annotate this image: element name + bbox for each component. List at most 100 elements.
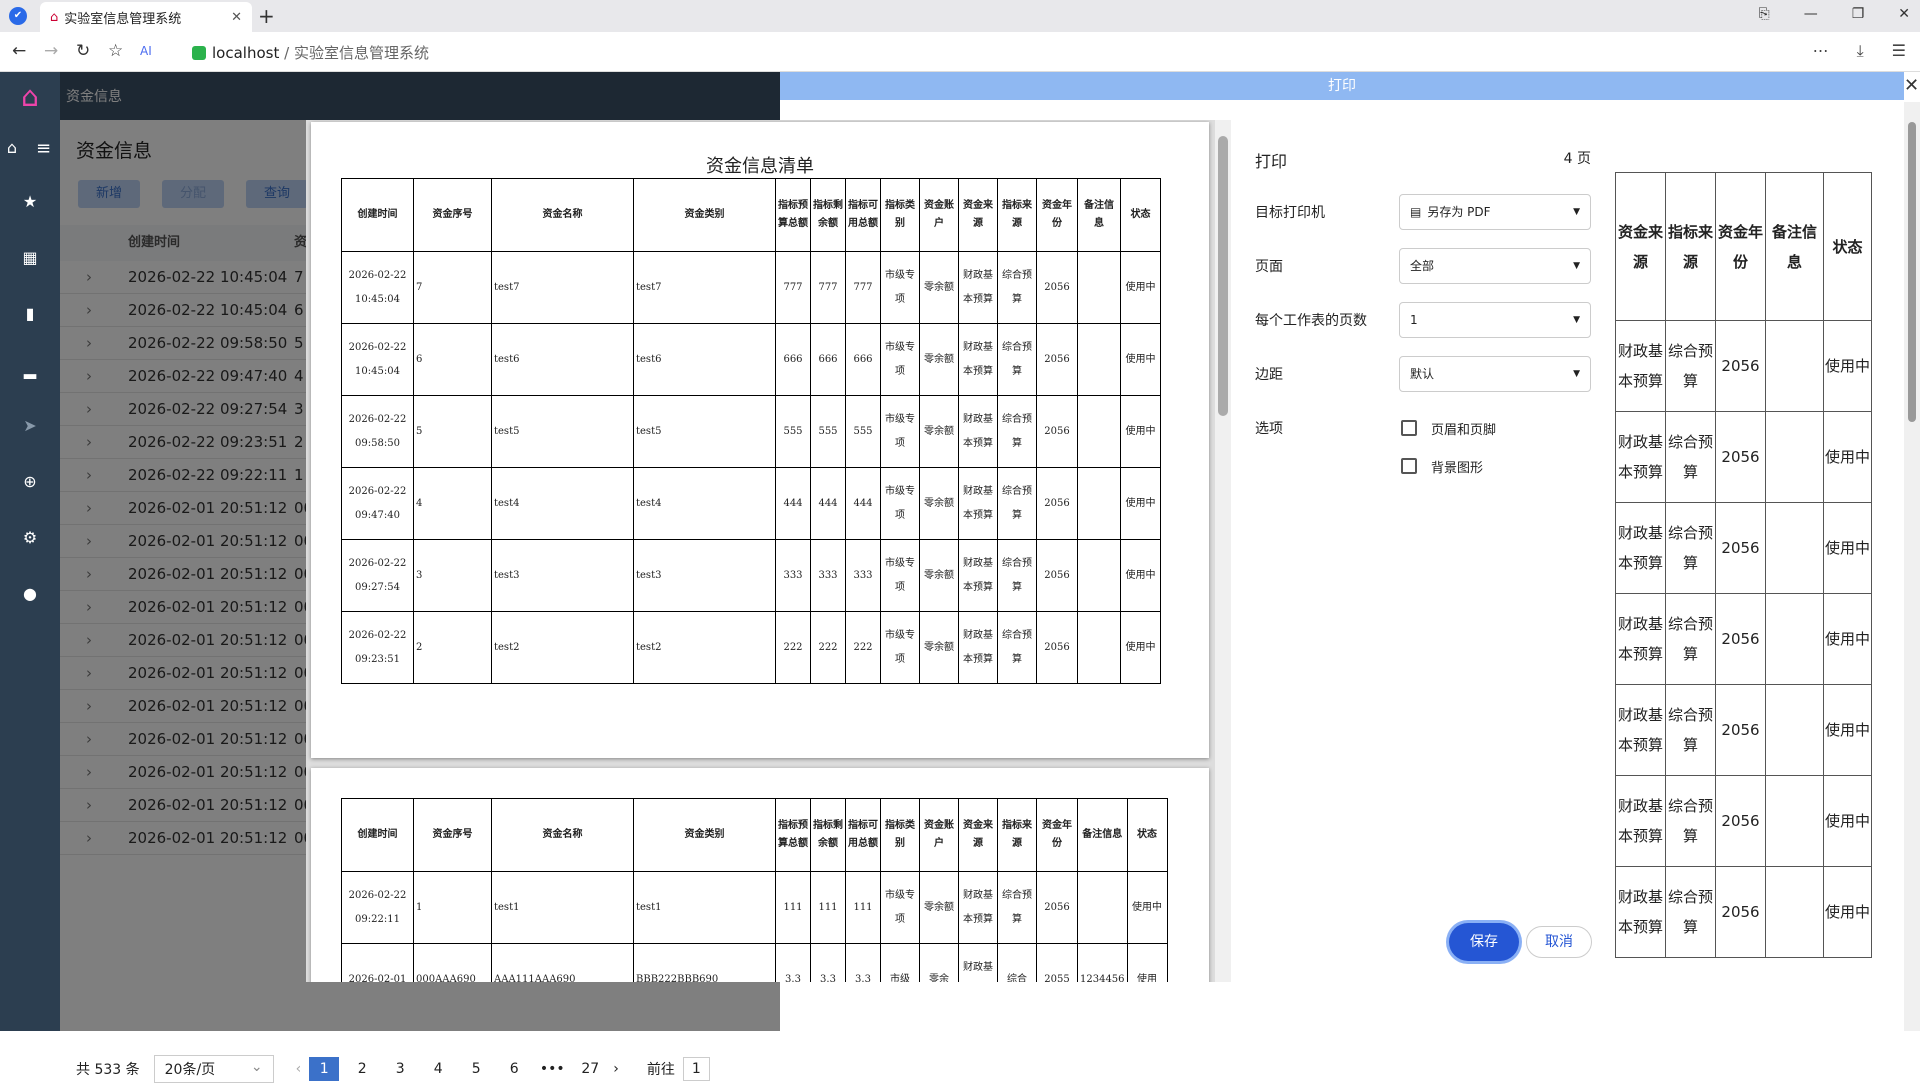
page-number[interactable]: 27 bbox=[575, 1057, 605, 1081]
preview-cell: 6 bbox=[413, 323, 492, 396]
more-icon[interactable]: ⋯ bbox=[1813, 41, 1829, 61]
page-size-value: 20条/页 bbox=[164, 1062, 216, 1078]
scroll-thumb[interactable] bbox=[1908, 122, 1916, 422]
download-icon[interactable]: ⤓ bbox=[1857, 41, 1864, 61]
goto-input[interactable]: 1 bbox=[682, 1057, 710, 1081]
forward-icon[interactable]: → bbox=[44, 41, 58, 61]
modal-close-icon[interactable]: ✕ bbox=[1904, 72, 1920, 100]
destination-select[interactable]: ▤ 另存为 PDF ▼ bbox=[1399, 194, 1591, 230]
book-icon[interactable]: ▮ bbox=[0, 304, 60, 323]
user-icon[interactable]: ● bbox=[0, 584, 60, 603]
preview-cell: 2056 bbox=[1036, 251, 1078, 324]
bg-cell: 综合预算 bbox=[1665, 320, 1716, 412]
destination-value: 另存为 PDF bbox=[1427, 205, 1491, 219]
save-button[interactable]: 保存 bbox=[1449, 923, 1519, 961]
preview-scrollbar[interactable] bbox=[1215, 120, 1231, 982]
browser-tab[interactable]: ⌂ 实验室信息管理系统 ✕ bbox=[40, 2, 252, 32]
favorite-icon[interactable]: ☆ bbox=[108, 41, 123, 61]
preview-scroll-thumb[interactable] bbox=[1218, 136, 1228, 416]
bg-cell: 使用中 bbox=[1823, 320, 1872, 412]
preview-cell bbox=[1077, 611, 1121, 684]
preview-cell: test6 bbox=[491, 323, 634, 396]
minimize-icon[interactable]: — bbox=[1804, 6, 1818, 22]
print-modal-title: 打印 bbox=[780, 72, 1904, 100]
house-favicon-icon: ⌂ bbox=[50, 9, 59, 25]
goto-label: 前往 bbox=[646, 1062, 675, 1078]
preview-header-cell: 指标类别 bbox=[880, 798, 920, 872]
preview-header-cell: 指标类别 bbox=[880, 178, 920, 252]
bg-header-cell: 状态 bbox=[1823, 172, 1872, 321]
window-close-icon[interactable]: ✕ bbox=[1898, 6, 1910, 22]
preview-row: 2026-02-22 10:45:04 7 test7 test7 777 777 777 市… bbox=[341, 251, 1161, 324]
bg-cell: 财政基本预算 bbox=[1615, 866, 1666, 958]
preview-cell: 零余额 bbox=[919, 323, 959, 396]
dashboard-icon[interactable]: ▦ bbox=[0, 248, 60, 267]
preview-cell: 零余 bbox=[919, 943, 959, 982]
preview-cell: 2026-02-22 10:45:04 bbox=[341, 323, 414, 396]
page-number[interactable]: 5 bbox=[461, 1057, 491, 1081]
preview-cell: test1 bbox=[491, 871, 634, 944]
menu-icon[interactable]: ☰ bbox=[1892, 41, 1906, 61]
bg-cell: 2056 bbox=[1715, 320, 1766, 412]
bg-cell: 财政基本预算 bbox=[1615, 320, 1666, 412]
hamburger-icon[interactable]: ≡ bbox=[36, 138, 51, 159]
bg-cell: 综合预算 bbox=[1665, 411, 1716, 503]
preview-cell: 2026-02-01 bbox=[341, 943, 414, 982]
preview-cell: 666 bbox=[775, 323, 811, 396]
background-graphics-checkbox[interactable] bbox=[1401, 458, 1417, 474]
back-icon[interactable]: ← bbox=[12, 41, 26, 61]
pages-value: 全部 bbox=[1410, 259, 1435, 273]
preview-cell: 222 bbox=[845, 611, 881, 684]
pages-select[interactable]: 全部 ▼ bbox=[1399, 248, 1591, 284]
prev-page-icon[interactable]: ‹ bbox=[296, 1061, 302, 1077]
chart-icon[interactable]: ▂ bbox=[0, 360, 60, 379]
document-icon: ▤ bbox=[1410, 205, 1422, 219]
star-icon[interactable]: ★ bbox=[0, 192, 60, 211]
preview-cell: 3.3 bbox=[810, 943, 846, 982]
page-number[interactable]: 6 bbox=[499, 1057, 529, 1081]
bg-row: 财政基本预算 综合预算 2056 使用中 bbox=[1615, 411, 1872, 503]
preview-cell: 2056 bbox=[1036, 467, 1078, 540]
preview-cell: 666 bbox=[845, 323, 881, 396]
page-number[interactable]: 1 bbox=[309, 1057, 340, 1081]
bg-cell: 2056 bbox=[1715, 775, 1766, 867]
page-number[interactable]: 4 bbox=[423, 1057, 453, 1081]
preview-cell: 零余额 bbox=[919, 467, 959, 540]
preview-header-cell: 资金来源 bbox=[958, 178, 998, 252]
page-number[interactable]: 2 bbox=[347, 1057, 377, 1081]
send-icon[interactable]: ➤ bbox=[0, 416, 60, 435]
preview-cell: test4 bbox=[633, 467, 776, 540]
gear-icon[interactable]: ⚙ bbox=[0, 528, 60, 547]
preview-header-cell: 指标剩余额 bbox=[810, 798, 846, 872]
headers-footers-checkbox[interactable] bbox=[1401, 420, 1417, 436]
preview-cell: test5 bbox=[633, 395, 776, 468]
preview-cell: 111 bbox=[810, 871, 846, 944]
restore-icon[interactable]: ❐ bbox=[1852, 6, 1865, 22]
address-bar[interactable]: localhost / 实验室信息管理系统 bbox=[192, 42, 429, 63]
margins-select[interactable]: 默认 ▼ bbox=[1399, 356, 1591, 392]
page-number[interactable]: ••• bbox=[537, 1057, 567, 1081]
preview-cell: 使用中 bbox=[1126, 871, 1168, 944]
page-size-select[interactable]: 20条/页 ⌄ bbox=[153, 1055, 274, 1083]
preview-cell: 使用中 bbox=[1120, 611, 1161, 684]
bg-cell: 2056 bbox=[1715, 684, 1766, 776]
preview-header-cell: 资金序号 bbox=[413, 798, 492, 872]
page-number[interactable]: 3 bbox=[385, 1057, 415, 1081]
bg-row: 财政基本预算 综合预算 2056 使用中 bbox=[1615, 775, 1872, 867]
home-icon[interactable]: ⌂ bbox=[0, 138, 24, 157]
new-tab-icon[interactable]: + bbox=[258, 4, 275, 28]
tab-close-icon[interactable]: ✕ bbox=[231, 10, 242, 25]
per-sheet-select[interactable]: 1 ▼ bbox=[1399, 302, 1591, 338]
pin-icon[interactable]: ⎘ bbox=[1759, 6, 1770, 22]
plus-circle-icon[interactable]: ⊕ bbox=[0, 472, 60, 491]
bg-row: 财政基本预算 综合预算 2056 使用中 bbox=[1615, 866, 1872, 958]
next-page-icon[interactable]: › bbox=[613, 1061, 619, 1077]
preview-cell: 222 bbox=[810, 611, 846, 684]
ai-icon[interactable]: AI bbox=[140, 44, 152, 58]
preview-cell: 555 bbox=[810, 395, 846, 468]
preview-cell: 3 bbox=[413, 539, 492, 612]
cancel-button[interactable]: 取消 bbox=[1526, 926, 1592, 958]
reload-icon[interactable]: ↻ bbox=[76, 41, 90, 61]
modal-scrollbar[interactable] bbox=[1904, 102, 1920, 1031]
preview-cell: 零余额 bbox=[919, 395, 959, 468]
